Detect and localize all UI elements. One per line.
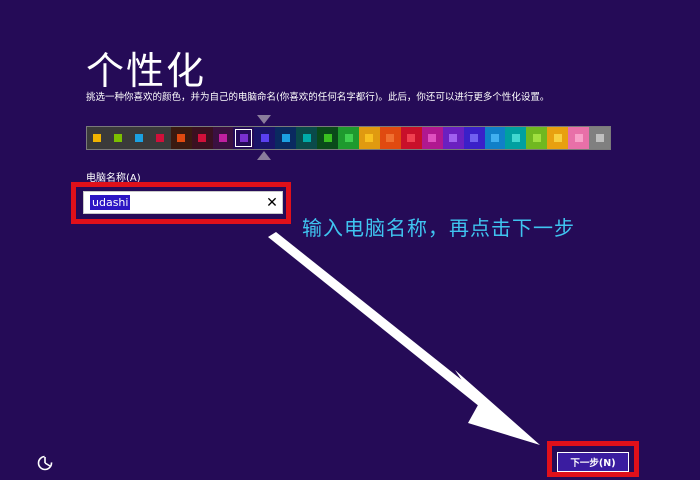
color-swatch[interactable] <box>212 127 234 149</box>
color-swatch-chip <box>511 134 520 142</box>
color-swatch-chip <box>323 134 332 142</box>
color-swatch-chip <box>114 134 123 142</box>
color-swatch-chip <box>490 134 499 142</box>
color-swatch[interactable] <box>358 127 380 149</box>
color-swatch-chip <box>177 134 186 142</box>
instruction-annotation: 输入电脑名称，再点击下一步 <box>302 216 575 240</box>
color-swatch[interactable] <box>149 127 171 149</box>
color-swatch[interactable] <box>379 127 401 149</box>
color-swatch-chip <box>218 134 227 142</box>
color-swatch[interactable] <box>463 127 485 149</box>
computer-name-field-wrapper: udashi ✕ <box>83 191 283 214</box>
arrow-shaft <box>268 232 502 419</box>
color-palette <box>86 126 611 150</box>
color-swatch[interactable] <box>568 127 590 149</box>
color-swatch-chip <box>470 134 479 142</box>
color-swatch[interactable] <box>296 127 318 149</box>
color-swatch[interactable] <box>442 127 464 149</box>
color-swatch[interactable] <box>107 127 129 149</box>
color-swatch-chip <box>302 134 311 142</box>
color-swatch-chip <box>135 134 144 142</box>
color-swatch[interactable] <box>87 127 108 149</box>
color-swatch-chip <box>344 134 353 142</box>
color-swatch-chip <box>449 134 458 142</box>
color-swatch[interactable] <box>254 127 276 149</box>
color-swatch-chip <box>156 134 165 142</box>
computer-name-input[interactable] <box>84 193 262 212</box>
color-swatch[interactable] <box>338 127 359 149</box>
color-swatch-chip <box>428 134 437 142</box>
color-swatch-chip <box>93 134 102 142</box>
color-swatch[interactable] <box>191 127 213 149</box>
selected-color-caret-bottom <box>257 151 271 160</box>
color-swatch-chip <box>574 134 583 142</box>
color-swatch-chip <box>281 134 290 142</box>
color-swatch[interactable] <box>505 127 527 149</box>
color-swatch-chip <box>239 134 248 142</box>
color-swatch[interactable] <box>589 127 611 149</box>
color-swatch-chip <box>407 134 416 142</box>
next-button[interactable]: 下一步(N) <box>557 452 629 472</box>
color-swatch-chip <box>532 134 541 142</box>
arrow-head <box>455 370 540 445</box>
page-title: 个性化 <box>86 49 207 94</box>
color-swatch[interactable] <box>526 127 548 149</box>
color-swatch-chip <box>553 134 562 142</box>
selected-color-caret-top <box>257 115 271 124</box>
color-swatch[interactable] <box>547 127 569 149</box>
color-swatch-chip <box>386 134 395 142</box>
color-swatch-chip <box>365 134 374 142</box>
color-swatch[interactable] <box>484 127 506 149</box>
ease-of-access-icon[interactable] <box>36 454 54 472</box>
color-swatch-chip <box>260 134 269 142</box>
color-swatch-chip <box>198 134 207 142</box>
color-swatch-chip <box>595 134 604 142</box>
color-swatch[interactable] <box>128 127 150 149</box>
color-swatch[interactable] <box>421 127 443 149</box>
color-swatch[interactable] <box>233 127 255 149</box>
page-description: 挑选一种你喜欢的颜色，并为自己的电脑命名(你喜欢的任何名字都行)。此后，你还可以… <box>86 92 550 103</box>
color-swatch[interactable] <box>317 127 339 149</box>
color-swatch[interactable] <box>400 127 422 149</box>
color-swatch[interactable] <box>275 127 297 149</box>
color-swatch[interactable] <box>170 127 192 149</box>
clear-icon[interactable]: ✕ <box>262 192 282 213</box>
